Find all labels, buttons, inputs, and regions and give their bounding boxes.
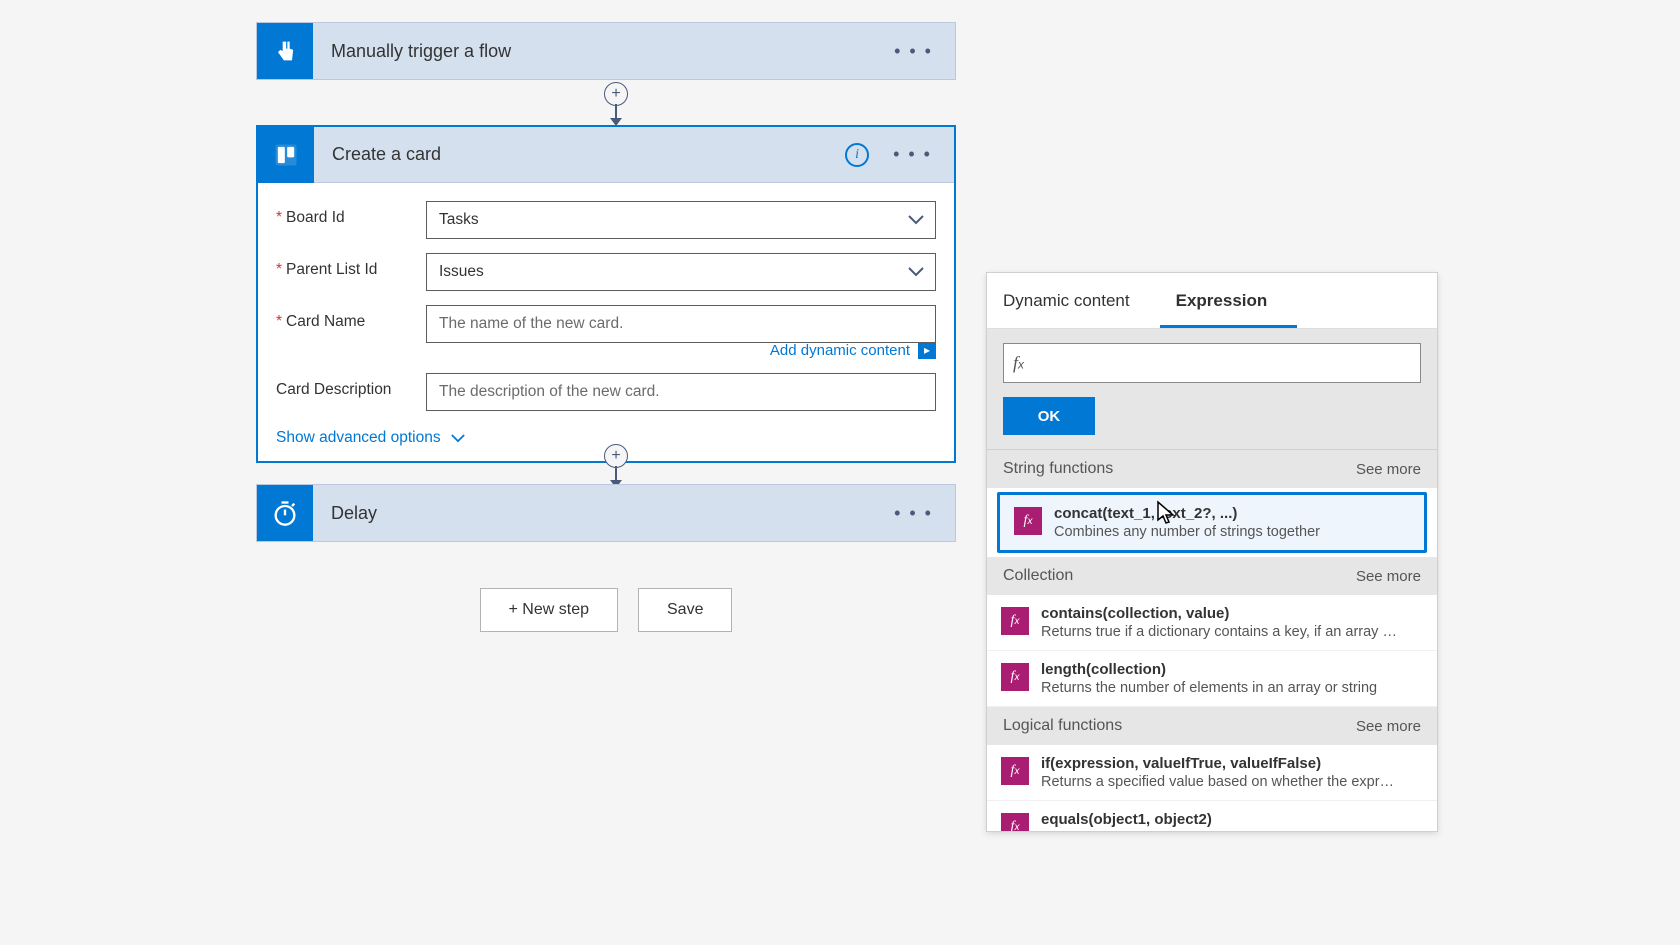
expression-panel: Dynamic content Expression fx OK String … <box>986 272 1438 832</box>
new-step-button[interactable]: + New step <box>480 588 618 632</box>
function-group-header: String functions See more <box>987 450 1437 488</box>
function-item[interactable]: fx if(expression, valueIfTrue, valueIfFal… <box>987 745 1437 801</box>
manual-trigger-icon <box>257 23 313 79</box>
function-item[interactable]: fx length(collection) Returns the number o… <box>987 651 1437 707</box>
connector-1: + <box>604 82 628 126</box>
create-card-step: Create a card i • • • *Board Id *Parent … <box>256 125 956 463</box>
function-description: Combines any number of strings together <box>1054 524 1320 540</box>
create-card-title: Create a card <box>314 144 845 165</box>
board-id-label: *Board Id <box>276 201 426 227</box>
function-description: Returns the number of elements in an arr… <box>1041 680 1377 696</box>
fx-icon: fx <box>1001 757 1029 785</box>
connector-2: + <box>604 444 628 488</box>
function-group-name: Collection <box>1003 567 1073 585</box>
function-list[interactable]: String functions See more fx concat(text_1,… <box>987 450 1437 831</box>
add-step-button-2[interactable]: + <box>604 444 628 468</box>
trigger-step[interactable]: Manually trigger a flow • • • <box>256 22 956 80</box>
ok-button[interactable]: OK <box>1003 397 1095 435</box>
see-more-link[interactable]: See more <box>1356 568 1421 585</box>
function-signature: length(collection) <box>1041 661 1377 678</box>
bottom-buttons: + New step Save <box>256 588 956 632</box>
create-card-menu-ellipsis[interactable]: • • • <box>893 144 954 165</box>
see-more-link[interactable]: See more <box>1356 461 1421 478</box>
function-item[interactable]: fx concat(text_1, text_2?, ...) Combines a… <box>997 492 1427 553</box>
function-signature: contains(collection, value) <box>1041 605 1401 622</box>
delay-title: Delay <box>313 503 872 524</box>
card-description-input[interactable] <box>426 373 936 411</box>
create-card-header[interactable]: Create a card i • • • <box>258 127 954 183</box>
delay-icon <box>257 485 313 541</box>
tab-dynamic-content[interactable]: Dynamic content <box>987 273 1160 328</box>
fx-icon: fx <box>1001 607 1029 635</box>
function-group-name: String functions <box>1003 460 1113 478</box>
chevron-down-icon <box>451 434 465 443</box>
board-id-select[interactable] <box>426 201 936 239</box>
fx-icon: fx <box>1001 663 1029 691</box>
fx-icon: fx <box>1001 813 1029 831</box>
trello-icon <box>258 127 314 183</box>
expression-input[interactable] <box>1003 343 1421 383</box>
tab-expression[interactable]: Expression <box>1160 273 1298 328</box>
card-name-label: *Card Name <box>276 305 426 331</box>
panel-tabs: Dynamic content Expression <box>987 273 1437 329</box>
function-description: Returns true if two values are equal <box>1041 830 1269 831</box>
add-step-button-1[interactable]: + <box>604 82 628 106</box>
save-button[interactable]: Save <box>638 588 732 632</box>
function-group-header: Logical functions See more <box>987 707 1437 745</box>
delay-step[interactable]: Delay • • • <box>256 484 956 542</box>
add-dynamic-content-link[interactable]: Add dynamic content <box>770 342 910 359</box>
parent-list-id-select[interactable] <box>426 253 936 291</box>
function-signature: concat(text_1, text_2?, ...) <box>1054 505 1320 522</box>
function-description: Returns true if a dictionary contains a … <box>1041 624 1401 640</box>
fx-icon: fx <box>1014 507 1042 535</box>
add-dynamic-content-plus-icon[interactable]: ▸ <box>918 341 936 359</box>
function-signature: if(expression, valueIfTrue, valueIfFalse… <box>1041 755 1401 772</box>
function-signature: equals(object1, object2) <box>1041 811 1269 828</box>
fx-icon: fx <box>1013 353 1024 374</box>
parent-list-id-label: *Parent List Id <box>276 253 426 279</box>
trigger-menu-ellipsis[interactable]: • • • <box>872 41 955 62</box>
function-item[interactable]: fx equals(object1, object2) Returns true i… <box>987 801 1437 831</box>
info-icon[interactable]: i <box>845 143 869 167</box>
show-advanced-options-link[interactable]: Show advanced options <box>276 429 465 447</box>
delay-menu-ellipsis[interactable]: • • • <box>872 503 955 524</box>
card-description-label: Card Description <box>276 373 426 399</box>
function-group-header: Collection See more <box>987 557 1437 595</box>
create-card-body: *Board Id *Parent List Id *Card Name <box>258 183 954 461</box>
function-group-name: Logical functions <box>1003 717 1122 735</box>
card-name-input[interactable] <box>426 305 936 343</box>
function-item[interactable]: fx contains(collection, value) Returns tru… <box>987 595 1437 651</box>
function-description: Returns a specified value based on wheth… <box>1041 774 1401 790</box>
see-more-link[interactable]: See more <box>1356 718 1421 735</box>
arrow-down-icon <box>607 104 625 126</box>
trigger-title: Manually trigger a flow <box>313 41 872 62</box>
